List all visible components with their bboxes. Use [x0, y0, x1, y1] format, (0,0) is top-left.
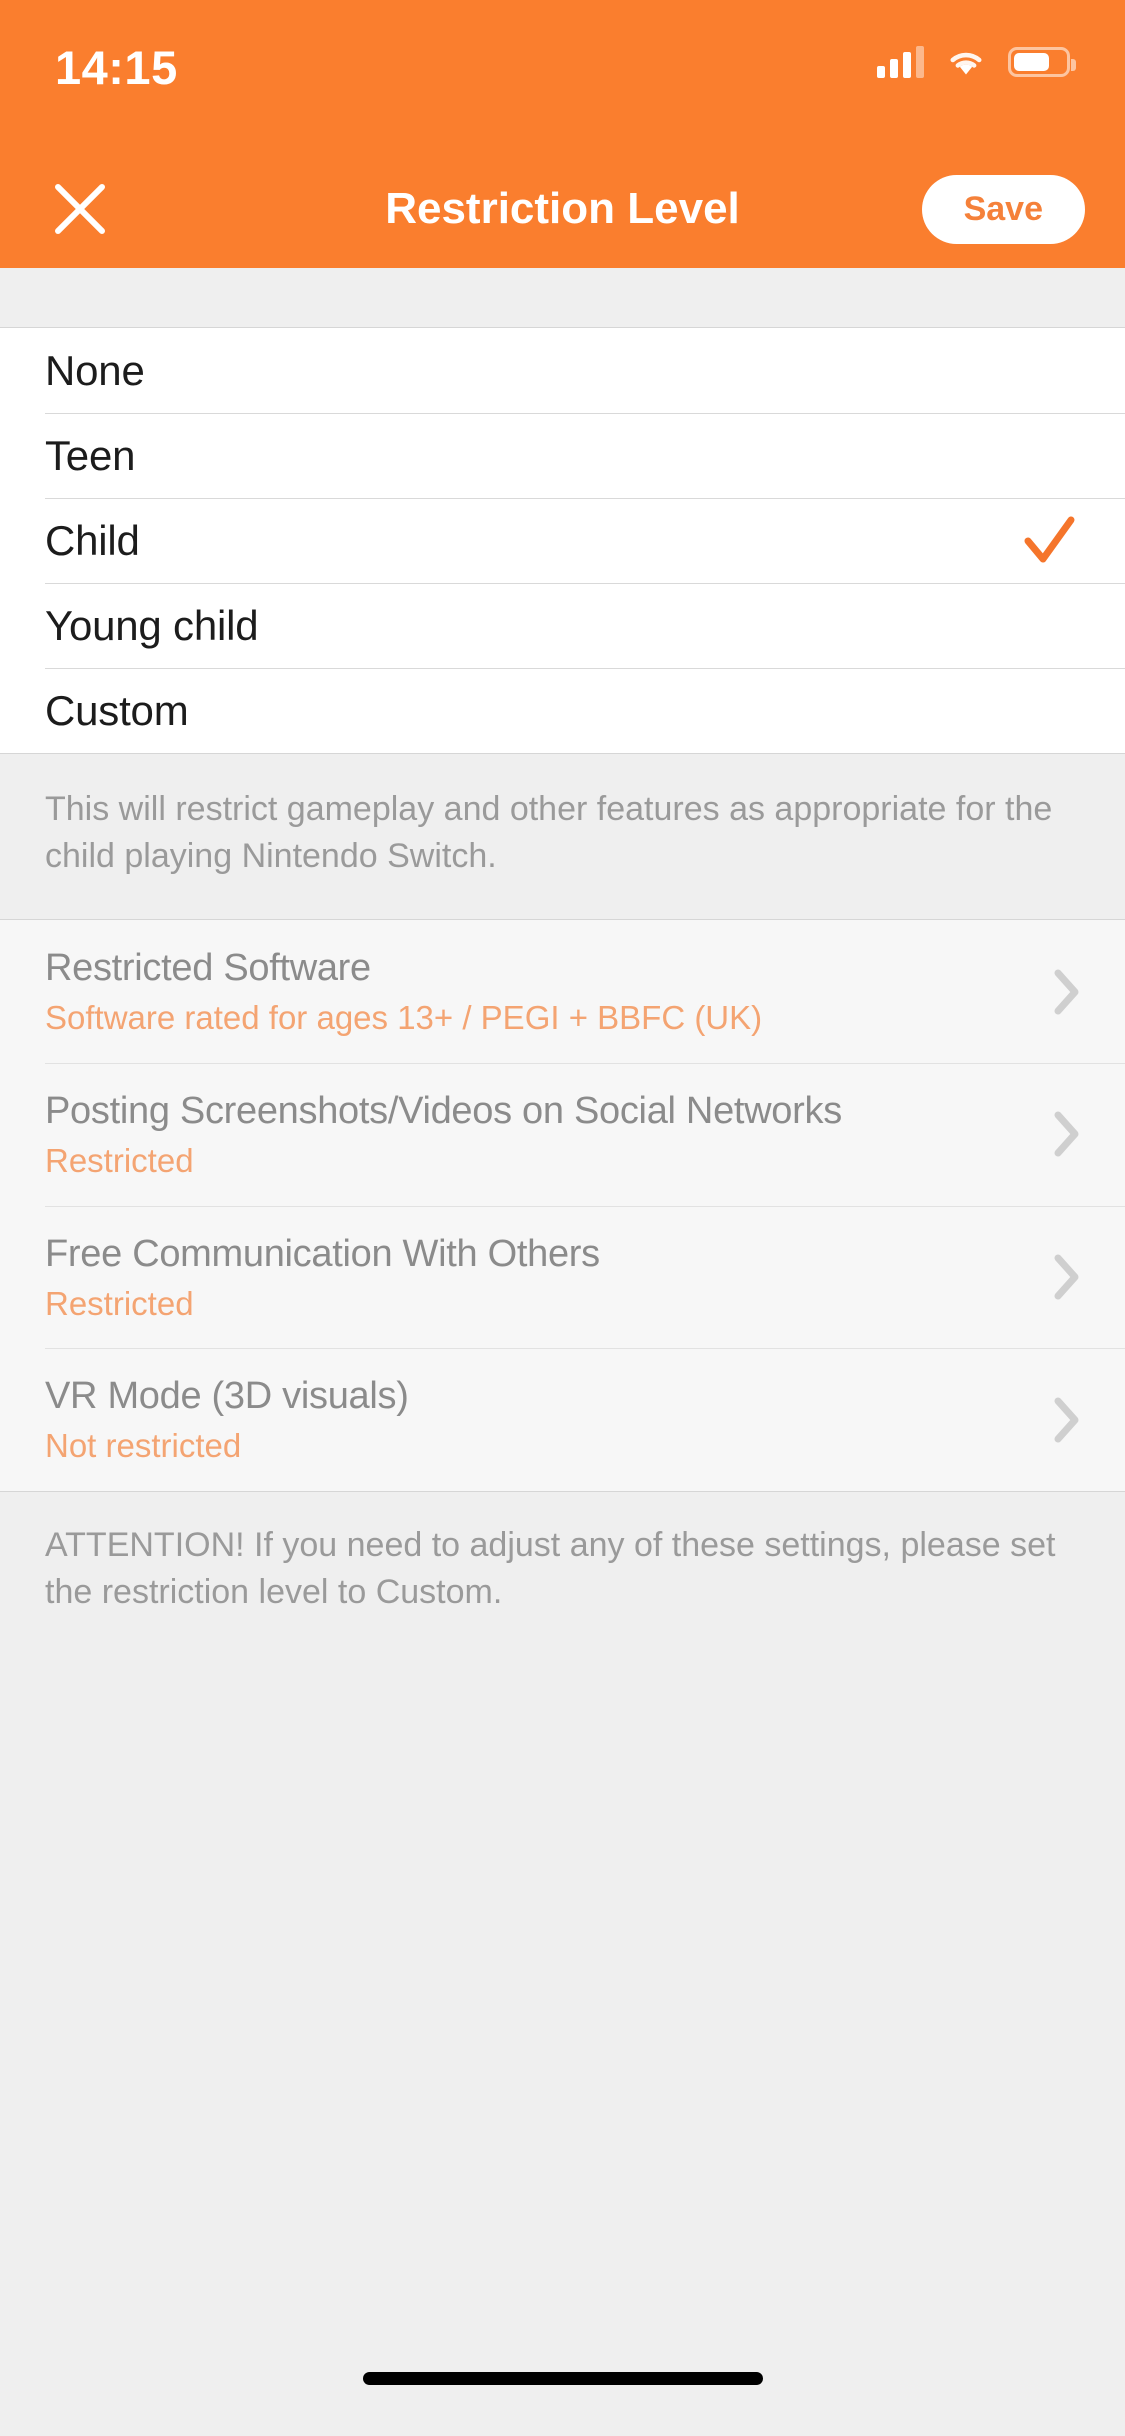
chevron-right-icon	[1054, 1397, 1080, 1443]
attention-note: ATTENTION! If you need to adjust any of …	[0, 1491, 1125, 1656]
option-label: Young child	[45, 601, 259, 649]
setting-value: Restricted	[45, 1284, 194, 1322]
setting-title: Free Communication With Others	[45, 1232, 600, 1275]
setting-row-posting-screenshots-videos[interactable]: Posting Screenshots/Videos on Social Net…	[0, 1062, 1125, 1206]
option-label: Child	[45, 516, 140, 564]
setting-texts: VR Mode (3D visuals) Not restricted	[45, 1374, 1032, 1465]
option-label: Custom	[45, 686, 189, 734]
restriction-option-teen[interactable]: Teen	[0, 413, 1125, 498]
navigation-bar: Restriction Level Save	[0, 150, 1125, 268]
bottom-filler	[0, 1655, 1125, 2320]
home-indicator[interactable]	[362, 2371, 763, 2385]
wifi-icon	[946, 47, 986, 77]
top-spacer	[0, 268, 1125, 328]
setting-title: Restricted Software	[45, 947, 371, 990]
home-indicator-area	[0, 2320, 1125, 2436]
option-label: None	[45, 346, 145, 394]
close-icon[interactable]	[40, 169, 120, 249]
app-screen: 14:15 Restriction Level Save None Teen C…	[0, 0, 1125, 2436]
cellular-signal-icon	[877, 46, 924, 78]
battery-icon	[1008, 47, 1076, 77]
setting-texts: Posting Screenshots/Videos on Social Net…	[45, 1089, 1032, 1180]
option-label: Teen	[45, 431, 136, 479]
setting-texts: Free Communication With Others Restricte…	[45, 1232, 1032, 1323]
restriction-option-none[interactable]: None	[0, 328, 1125, 413]
chevron-right-icon	[1054, 969, 1080, 1015]
attention-text: ATTENTION! If you need to adjust any of …	[45, 1526, 1056, 1611]
chevron-right-icon	[1054, 1111, 1080, 1157]
restriction-option-custom[interactable]: Custom	[0, 668, 1125, 753]
restriction-option-child[interactable]: Child	[0, 498, 1125, 583]
setting-title: VR Mode (3D visuals)	[45, 1375, 409, 1418]
setting-row-free-communication[interactable]: Free Communication With Others Restricte…	[0, 1205, 1125, 1349]
setting-row-vr-mode[interactable]: VR Mode (3D visuals) Not restricted	[0, 1348, 1125, 1491]
chevron-right-icon	[1054, 1254, 1080, 1300]
setting-texts: Restricted Software Software rated for a…	[45, 946, 1032, 1037]
status-bar: 14:15	[0, 0, 1125, 150]
setting-row-restricted-software[interactable]: Restricted Software Software rated for a…	[0, 920, 1125, 1063]
description-note: This will restrict gameplay and other fe…	[0, 753, 1125, 921]
status-bar-icons	[877, 40, 1076, 78]
scroll-content: None Teen Child Young child Custom This …	[0, 268, 1125, 2320]
description-text: This will restrict gameplay and other fe…	[45, 790, 1053, 875]
setting-title: Posting Screenshots/Videos on Social Net…	[45, 1089, 842, 1132]
setting-value: Restricted	[45, 1141, 194, 1179]
restriction-level-list: None Teen Child Young child Custom	[0, 328, 1125, 753]
setting-value: Software rated for ages 13+ / PEGI + BBF…	[45, 998, 763, 1036]
restriction-option-young-child[interactable]: Young child	[0, 583, 1125, 668]
checkmark-icon	[1018, 510, 1080, 572]
save-button[interactable]: Save	[921, 174, 1085, 244]
setting-value: Not restricted	[45, 1427, 242, 1465]
status-bar-clock: 14:15	[55, 41, 178, 94]
restriction-settings-list: Restricted Software Software rated for a…	[0, 920, 1125, 1492]
